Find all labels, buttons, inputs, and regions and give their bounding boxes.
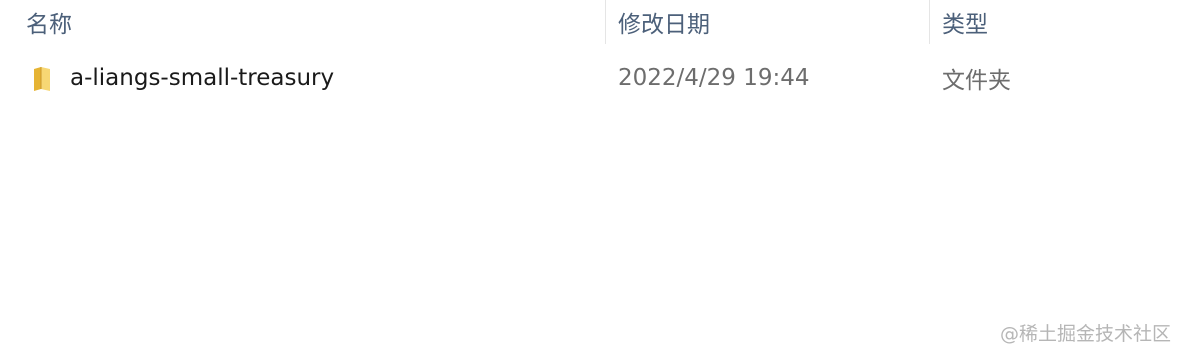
file-name-cell[interactable]: a-liangs-small-treasury — [32, 56, 334, 100]
watermark: @稀土掘金技术社区 — [999, 323, 1171, 345]
file-explorer-details-view: 名称 修改日期 类型 a-liangs-small-treasury 2022/… — [0, 0, 1183, 358]
file-name: a-liangs-small-treasury — [70, 65, 335, 91]
file-type: 文件夹 — [942, 68, 1011, 94]
file-row[interactable]: a-liangs-small-treasury 2022/4/29 19:44 … — [0, 56, 1183, 100]
column-header-type[interactable]: 类型 — [942, 0, 1142, 44]
file-modified-date: 2022/4/29 19:44 — [618, 65, 810, 91]
column-header-row: 名称 修改日期 类型 — [0, 0, 1183, 44]
column-divider[interactable] — [929, 0, 930, 44]
folder-icon — [32, 65, 52, 91]
column-header-modified[interactable]: 修改日期 — [618, 0, 918, 44]
column-header-name[interactable]: 名称 — [26, 0, 604, 44]
column-divider[interactable] — [605, 0, 606, 44]
